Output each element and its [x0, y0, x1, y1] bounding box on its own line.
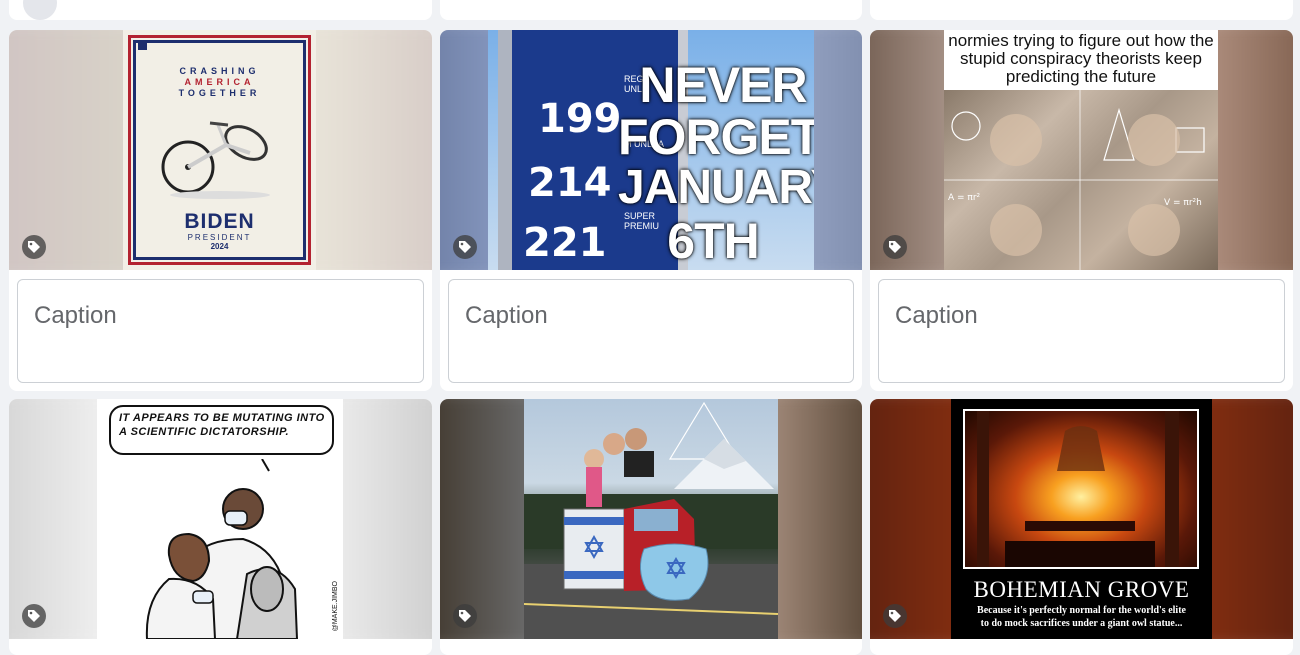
truck-scene-illustration	[524, 401, 778, 639]
poster-headline-2: AMERICA	[184, 77, 255, 87]
tag-button[interactable]	[883, 604, 907, 628]
price-3: 221	[523, 220, 607, 266]
meme-image: normies trying to figure out how the stu…	[944, 30, 1218, 270]
meme-text-line-2: FORGET	[618, 109, 814, 165]
poster-headline-3: TOGETHER	[178, 88, 261, 98]
media-thumbnail[interactable]: normies trying to figure out how the stu…	[870, 30, 1293, 270]
meme-image: 199 214 221 REGU UNLE M UNLEA SUPER PREM…	[488, 30, 814, 270]
poster-logo	[138, 41, 147, 50]
meme-image: CRASHING AMERICA TOGETHER BIDEN PRESIDEN…	[123, 30, 316, 270]
meme-text-line-4: 6TH	[667, 213, 759, 269]
poster-subtitle: Because it's perfectly normal for the wo…	[977, 605, 1186, 629]
media-thumbnail[interactable]: 199 214 221 REGU UNLE M UNLEA SUPER PREM…	[440, 30, 862, 270]
poster-headline-1: CRASHING	[179, 66, 260, 76]
svg-text:V = πr²h: V = πr²h	[1164, 198, 1202, 208]
tag-icon	[28, 610, 40, 622]
media-card: 199 214 221 REGU UNLE M UNLEA SUPER PREM…	[440, 30, 862, 391]
poster-brand: BIDEN	[184, 210, 255, 233]
svg-text:A = πr²: A = πr²	[948, 193, 981, 203]
tag-button[interactable]	[453, 604, 477, 628]
previous-card-2	[440, 0, 862, 20]
scientists-illustration	[145, 459, 299, 639]
media-thumbnail[interactable]: BOHEMIAN GROVE Because it's perfectly no…	[870, 399, 1293, 639]
tag-icon	[459, 610, 471, 622]
meme-image: BOHEMIAN GROVE Because it's perfectly no…	[951, 399, 1212, 639]
caption-input[interactable]: Caption	[448, 279, 854, 383]
tag-icon	[889, 610, 901, 622]
artist-signature: @MAKE.JIMBO	[332, 580, 339, 631]
previous-card-3	[870, 0, 1293, 20]
poster-subtitle: PRESIDENT	[187, 233, 252, 242]
tag-icon	[459, 241, 471, 253]
poster-title: BOHEMIAN GROVE	[973, 577, 1190, 602]
avatar[interactable]	[23, 0, 57, 20]
price-1: 199	[538, 96, 622, 142]
meme-image	[524, 399, 778, 639]
poster-photo	[963, 409, 1199, 569]
tag-icon	[28, 241, 40, 253]
price-2: 214	[528, 160, 612, 206]
poster-year: 2024	[210, 242, 229, 251]
speech-text: IT APPEARS TO BE MUTATING INTO A SCIENTI…	[119, 412, 325, 439]
owl-statue-illustration	[977, 411, 1179, 567]
tag-icon	[889, 241, 901, 253]
meme-text-line-3: JANUARY	[618, 161, 814, 214]
tag-button[interactable]	[22, 235, 46, 259]
fallen-bicycle-illustration	[161, 121, 270, 199]
media-card: IT APPEARS TO BE MUTATING INTO A SCIENTI…	[9, 399, 432, 655]
meme-image: IT APPEARS TO BE MUTATING INTO A SCIENTI…	[97, 399, 343, 639]
media-card: BOHEMIAN GROVE Because it's perfectly no…	[870, 399, 1293, 655]
media-card: CRASHING AMERICA TOGETHER BIDEN PRESIDEN…	[9, 30, 432, 391]
caption-input[interactable]: Caption	[878, 279, 1285, 383]
previous-card-1	[9, 0, 432, 20]
tag-button[interactable]	[453, 235, 477, 259]
meme-text-line-1: NEVER	[639, 57, 807, 113]
math-face-grid: A = πr² V = πr²h	[944, 90, 1218, 270]
tag-button[interactable]	[22, 604, 46, 628]
media-thumbnail[interactable]: CRASHING AMERICA TOGETHER BIDEN PRESIDEN…	[9, 30, 432, 270]
caption-input[interactable]: Caption	[17, 279, 424, 383]
media-card	[440, 399, 862, 655]
media-card: normies trying to figure out how the stu…	[870, 30, 1293, 391]
media-thumbnail[interactable]: IT APPEARS TO BE MUTATING INTO A SCIENTI…	[9, 399, 432, 639]
tag-button[interactable]	[883, 235, 907, 259]
meme-caption-text: normies trying to figure out how the stu…	[948, 31, 1214, 86]
media-thumbnail[interactable]	[440, 399, 862, 639]
math-formulas-overlay: A = πr² V = πr²h	[944, 90, 1218, 270]
